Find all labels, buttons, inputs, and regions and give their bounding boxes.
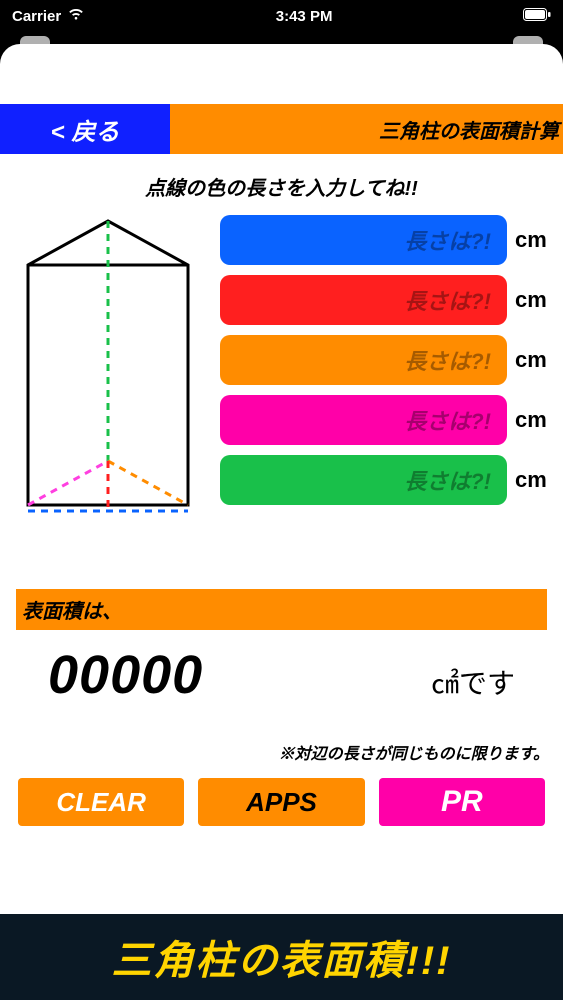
unit-label: cm <box>515 347 555 373</box>
page-title: 三角柱の表面積計算 <box>170 104 563 154</box>
length-input-green[interactable]: 長さは?! <box>220 455 507 505</box>
unit-label: cm <box>515 407 555 433</box>
length-input-blue[interactable]: 長さは?! <box>220 215 507 265</box>
unit-label: cm <box>515 287 555 313</box>
clear-button[interactable]: CLEAR <box>18 778 184 826</box>
action-buttons: CLEAR APPS PR <box>0 764 563 826</box>
wifi-icon <box>67 7 85 25</box>
banner-text: 三角柱の表面積!!! <box>112 928 452 986</box>
bottom-banner[interactable]: 三角柱の表面積!!! <box>0 914 563 1000</box>
length-input-pink[interactable]: 長さは?! <box>220 395 507 445</box>
note-text: ※対辺の長さが同じものに限ります。 <box>0 706 563 764</box>
unit-label: cm <box>515 227 555 253</box>
result-row: 00000 ㎠です <box>0 630 563 706</box>
battery-icon <box>523 8 551 25</box>
result-value: 00000 <box>48 644 203 706</box>
result-unit: ㎠です <box>431 662 515 702</box>
app-sheet: < 戻る 三角柱の表面積計算 点線の色の長さを入力してね!! <box>0 44 563 914</box>
apps-button[interactable]: APPS <box>198 778 364 826</box>
result-label: 表面積は、 <box>16 589 547 630</box>
status-bar: Carrier 3:43 PM <box>0 0 563 32</box>
background-tabs <box>0 32 563 44</box>
inputs-column: 長さは?! cm 長さは?! cm 長さは?! cm 長さは?! cm 長さは?… <box>220 215 555 525</box>
unit-label: cm <box>515 467 555 493</box>
length-input-red[interactable]: 長さは?! <box>220 275 507 325</box>
prism-figure <box>8 215 208 525</box>
instruction-text: 点線の色の長さを入力してね!! <box>0 172 563 201</box>
carrier-label: Carrier <box>12 8 61 25</box>
clock: 3:43 PM <box>276 8 333 25</box>
header-bar: < 戻る 三角柱の表面積計算 <box>0 104 563 154</box>
length-input-orange[interactable]: 長さは?! <box>220 335 507 385</box>
back-button[interactable]: < 戻る <box>0 104 170 154</box>
pr-button[interactable]: PR <box>379 778 545 826</box>
